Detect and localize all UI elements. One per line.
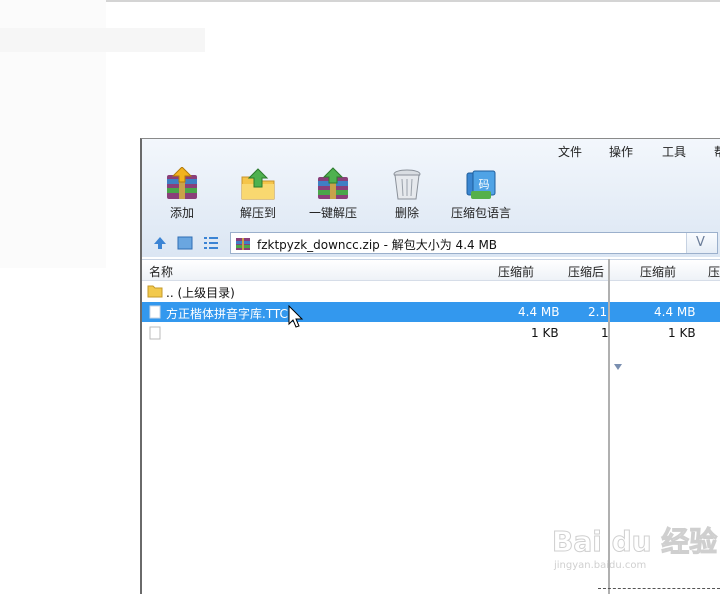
background-strip (0, 28, 205, 52)
extract-to-label: 解压到 (239, 206, 276, 220)
address-bar: fzktpyzk_downcc.zip - 解包大小为 4.4 MB V (142, 229, 720, 257)
add-archive-icon (167, 167, 197, 199)
file-packed-right: 4.4 MB (654, 305, 696, 319)
scroll-down-arrow-icon[interactable] (614, 364, 622, 370)
menu-operation[interactable]: 操作 (609, 143, 633, 160)
chevron-down-icon: V (696, 235, 705, 250)
menu-bar: 文件 操作 工具 帮 (142, 139, 720, 161)
list-view-icon[interactable] (203, 235, 219, 251)
one-click-extract-label: 一键解压 (308, 206, 357, 220)
delete-button[interactable]: 删除 (371, 167, 443, 227)
archive-language-button[interactable]: 码 压缩包语言 (445, 167, 517, 227)
add-button-label: 添加 (169, 206, 194, 220)
zip-archive-icon (236, 238, 250, 250)
archive-language-icon: 码 (466, 170, 496, 199)
window-chrome: 文件 操作 工具 帮 添加 (142, 139, 720, 257)
background-left (0, 0, 205, 268)
delete-label: 删除 (394, 206, 419, 220)
column-packed[interactable]: 压缩前 (498, 263, 534, 280)
file-name: .. (上级目录) (166, 286, 235, 300)
column-after[interactable]: 压缩后 (568, 263, 604, 280)
list-item-parent[interactable]: .. (上级目录) (142, 281, 608, 301)
file-packed: 1 KB (531, 326, 559, 340)
watermark: Bai du 经验 jingyan.baidu.com (548, 518, 720, 578)
menu-tools[interactable]: 工具 (662, 143, 686, 160)
extract-to-icon (241, 168, 275, 200)
watermark-url: jingyan.baidu.com (554, 560, 647, 571)
add-button[interactable]: 添加 (146, 167, 218, 227)
up-arrow-icon[interactable] (152, 235, 168, 251)
list-item-right-selected[interactable]: 4.4 MB (610, 302, 720, 322)
list-item-right[interactable]: 1 KB (610, 323, 720, 343)
archive-language-badge: 码 (479, 178, 490, 191)
menu-file[interactable]: 文件 (558, 143, 582, 160)
folder-icon (147, 285, 163, 298)
column-packed-right[interactable]: 压缩前 (640, 263, 676, 280)
file-name: 方正楷体拼音字库.TTC (166, 307, 288, 321)
address-dropdown-button[interactable]: V (686, 233, 717, 253)
file-icon (149, 326, 161, 340)
mouse-cursor-icon (288, 305, 304, 328)
list-item[interactable]: 1 KB 1 KB (142, 323, 629, 343)
file-list-right-header: 压缩前 压缩后 (610, 260, 720, 281)
one-click-extract-icon (318, 167, 348, 199)
file-list-header: 名称 压缩前 压缩后 (142, 260, 608, 281)
extract-to-button[interactable]: 解压到 (222, 167, 294, 227)
file-list: 名称 压缩前 压缩后 .. (上级目录) 方正楷体拼音字库.TTC 4.4 MB… (142, 259, 629, 594)
column-name[interactable]: 名称 (149, 263, 173, 280)
list-item-selected[interactable]: 方正楷体拼音字库.TTC 4.4 MB 2.1 MB (142, 302, 629, 322)
large-icons-view-icon[interactable] (177, 235, 193, 251)
background-top (0, 0, 720, 138)
file-packed-right: 1 KB (668, 326, 696, 340)
background-band (106, 0, 720, 2)
watermark-logo: Bai du 经验 (551, 525, 718, 559)
file-packed: 4.4 MB (518, 305, 560, 319)
toolbar: 添加 解压到 一键解压 删除 码 压缩包语言 (142, 163, 720, 229)
one-click-extract-button[interactable]: 一键解压 (297, 167, 369, 227)
address-field[interactable]: fzktpyzk_downcc.zip - 解包大小为 4.4 MB V (230, 232, 718, 254)
delete-trash-icon (393, 169, 421, 200)
archive-language-label: 压缩包语言 (450, 206, 511, 220)
menu-help[interactable]: 帮 (714, 143, 720, 160)
address-text: fzktpyzk_downcc.zip - 解包大小为 4.4 MB (257, 238, 498, 252)
font-file-icon (149, 305, 161, 319)
dashed-divider (598, 588, 720, 589)
column-after-right[interactable]: 压缩后 (708, 263, 720, 280)
